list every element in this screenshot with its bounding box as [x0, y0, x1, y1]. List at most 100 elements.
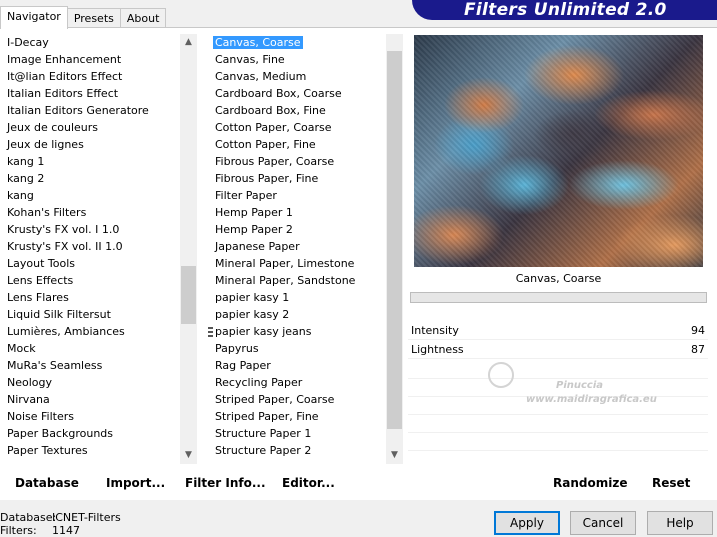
category-item[interactable]: It@lian Editors Effect [0, 68, 180, 85]
preview-image [414, 35, 703, 267]
filter-item-label: Canvas, Medium [215, 70, 307, 83]
drag-grip-icon[interactable] [208, 327, 213, 339]
category-scrollbar[interactable]: ▲ ▼ [180, 34, 197, 464]
filter-item-label: Striped Paper, Coarse [215, 393, 335, 406]
category-item[interactable]: Mock [0, 340, 180, 357]
filter-item-label: papier kasy 1 [215, 291, 290, 304]
filter-item-label: Japanese Paper [215, 240, 300, 253]
filter-item[interactable]: Rag Paper [208, 357, 386, 374]
category-item[interactable]: Jeux de couleurs [0, 119, 180, 136]
status-value: ICNET-Filters [52, 511, 121, 524]
category-item[interactable]: MuRa's Seamless [0, 357, 180, 374]
filter-item[interactable]: Striped Paper, Fine [208, 408, 386, 425]
filter-item[interactable]: Japanese Paper [208, 238, 386, 255]
param-lightness[interactable]: Lightness 87 [408, 341, 708, 359]
cancel-button[interactable]: Cancel [570, 511, 636, 535]
category-item[interactable]: Neology [0, 374, 180, 391]
status-value: 1147 [52, 524, 80, 537]
filter-item[interactable]: papier kasy 2 [208, 306, 386, 323]
watermark-logo-icon [488, 362, 514, 388]
apply-button[interactable]: Apply [494, 511, 560, 535]
category-item[interactable]: I-Decay [0, 34, 180, 51]
tab-about[interactable]: About [119, 8, 167, 28]
editor-button[interactable]: Editor... [282, 475, 335, 491]
category-item[interactable]: Noise Filters [0, 408, 180, 425]
category-item[interactable]: kang 1 [0, 153, 180, 170]
filter-item[interactable]: Structure Paper 1 [208, 425, 386, 442]
watermark-name: Pinuccia [556, 380, 604, 391]
preview-caption: Canvas, Coarse [515, 272, 602, 285]
filter-scrollbar[interactable]: ▼ [386, 34, 403, 464]
filter-item[interactable]: Hemp Paper 2 [208, 221, 386, 238]
category-item[interactable]: Layout Tools [0, 255, 180, 272]
filter-item[interactable]: Fibrous Paper, Coarse [208, 153, 386, 170]
app-title-banner: Filters Unlimited 2.0 [412, 0, 717, 20]
filter-item-label: Filter Paper [215, 189, 277, 202]
category-item[interactable]: Lens Effects [0, 272, 180, 289]
param-value: 94 [691, 324, 705, 337]
filter-item[interactable]: papier kasy jeans [208, 323, 386, 340]
filter-item-label: Cardboard Box, Fine [215, 104, 326, 117]
filter-list[interactable]: Canvas, Coarse Canvas, Fine Canvas, Medium… [208, 34, 386, 464]
filter-item-label: Structure Paper 1 [215, 427, 312, 440]
filter-item[interactable]: Mineral Paper, Limestone [208, 255, 386, 272]
category-item[interactable]: Lens Flares [0, 289, 180, 306]
scroll-down-icon[interactable]: ▼ [386, 447, 403, 464]
tab-presets[interactable]: Presets [66, 8, 121, 28]
help-button[interactable]: Help [647, 511, 713, 535]
filter-item[interactable]: Canvas, Coarse [208, 34, 386, 51]
filter-item[interactable]: Fibrous Paper, Fine [208, 170, 386, 187]
filter-item[interactable]: Hemp Paper 1 [208, 204, 386, 221]
watermark: Pinuccia www.maidiragrafica.eu [488, 362, 657, 405]
category-item[interactable]: Paper Backgrounds [0, 425, 180, 442]
filter-item-label: Cotton Paper, Coarse [215, 121, 332, 134]
status-database: Database: ICNET-Filters [0, 511, 121, 524]
category-item[interactable]: Nirvana [0, 391, 180, 408]
param-intensity[interactable]: Intensity 94 [408, 322, 708, 340]
category-item[interactable]: Kohan's Filters [0, 204, 180, 221]
filter-item-label: Cotton Paper, Fine [215, 138, 316, 151]
category-item[interactable]: Italian Editors Effect [0, 85, 180, 102]
category-item[interactable]: Lumières, Ambiances [0, 323, 180, 340]
filter-item[interactable]: Cotton Paper, Coarse [208, 119, 386, 136]
database-button[interactable]: Database [15, 475, 79, 491]
filter-item[interactable]: Recycling Paper [208, 374, 386, 391]
filter-item[interactable]: Structure Paper 2 [208, 442, 386, 459]
filter-item-label: Structure Paper 2 [215, 444, 312, 457]
randomize-button[interactable]: Randomize [553, 475, 627, 491]
filter-info-button[interactable]: Filter Info... [185, 475, 266, 491]
filter-item[interactable]: Cotton Paper, Fine [208, 136, 386, 153]
divider [408, 378, 708, 379]
filter-item[interactable]: Filter Paper [208, 187, 386, 204]
filter-item[interactable]: Cardboard Box, Fine [208, 102, 386, 119]
status-label: Filters: [0, 524, 37, 537]
category-item[interactable]: Paper Textures [0, 442, 180, 459]
scroll-down-icon[interactable]: ▼ [180, 447, 197, 464]
scroll-up-icon[interactable]: ▲ [180, 34, 197, 51]
import-button[interactable]: Import... [106, 475, 165, 491]
category-item[interactable]: Liquid Silk Filtersut [0, 306, 180, 323]
filter-item[interactable]: papier kasy 1 [208, 289, 386, 306]
category-list[interactable]: I-Decay Image Enhancement It@lian Editors … [0, 34, 180, 464]
category-item[interactable]: kang [0, 187, 180, 204]
filter-item[interactable]: Cardboard Box, Coarse [208, 85, 386, 102]
filter-item[interactable]: Papyrus [208, 340, 386, 357]
category-item[interactable]: Krusty's FX vol. I 1.0 [0, 221, 180, 238]
scroll-thumb[interactable] [181, 266, 196, 324]
filter-item[interactable]: Canvas, Fine [208, 51, 386, 68]
category-item[interactable]: Italian Editors Generatore [0, 102, 180, 119]
filter-item[interactable]: Canvas, Medium [208, 68, 386, 85]
filter-item[interactable]: Mineral Paper, Sandstone [208, 272, 386, 289]
param-name: Lightness [411, 343, 464, 356]
scroll-thumb[interactable] [387, 51, 402, 429]
category-item[interactable]: kang 2 [0, 170, 180, 187]
status-filters: Filters: 1147 [0, 524, 80, 537]
filter-item-label: papier kasy 2 [215, 308, 290, 321]
status-label: Database: [0, 511, 57, 524]
category-item[interactable]: Krusty's FX vol. II 1.0 [0, 238, 180, 255]
filter-item[interactable]: Striped Paper, Coarse [208, 391, 386, 408]
category-item[interactable]: Image Enhancement [0, 51, 180, 68]
reset-button[interactable]: Reset [652, 475, 690, 491]
tab-navigator[interactable]: Navigator [0, 6, 68, 29]
category-item[interactable]: Jeux de lignes [0, 136, 180, 153]
